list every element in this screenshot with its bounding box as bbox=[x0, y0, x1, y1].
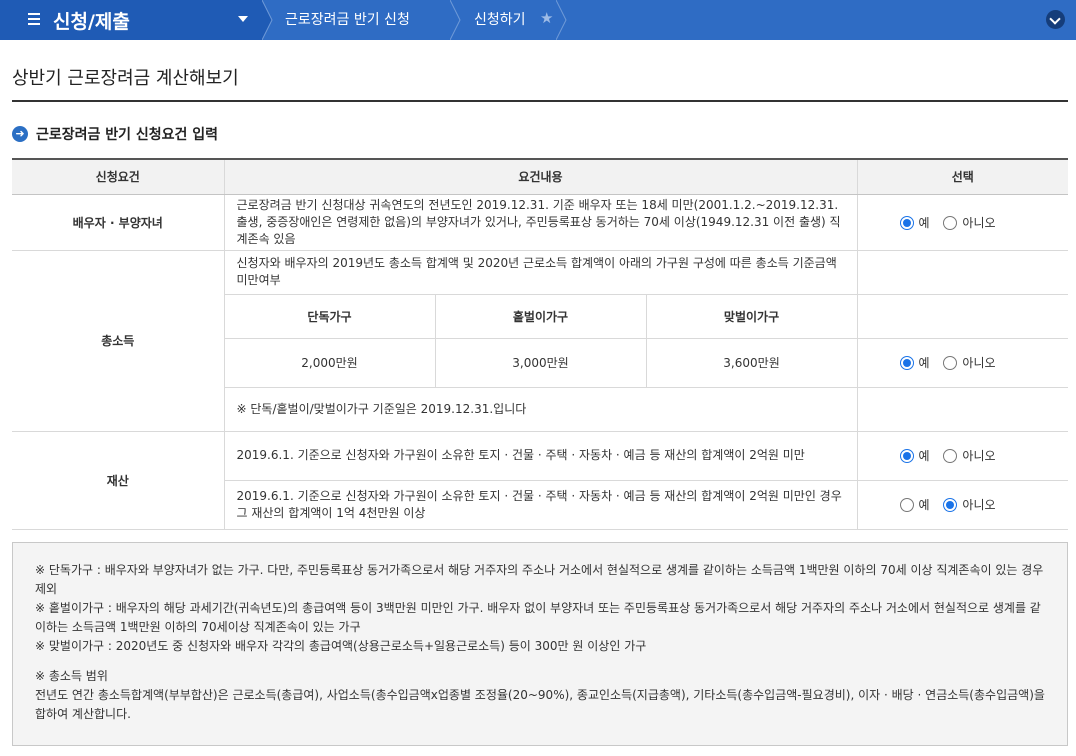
breadcrumb-item-apply[interactable]: 신청하기 bbox=[474, 9, 526, 29]
radio-no[interactable] bbox=[943, 215, 958, 230]
radio-no-selected[interactable] bbox=[943, 498, 958, 512]
option-label-yes: 예 bbox=[918, 449, 930, 463]
breadcrumb-separator-icon bbox=[556, 0, 567, 40]
property2-option-yes[interactable]: 예 bbox=[899, 496, 930, 513]
section-title: 근로장려금 반기 신청요건 입력 bbox=[36, 127, 219, 143]
row-text-spouse: 근로장려금 반기 신청대상 귀속연도의 전년도인 2019.12.31. 기준 … bbox=[224, 194, 858, 251]
radio-yes-selected[interactable] bbox=[899, 356, 914, 370]
income-radio-group: 예 아니오 bbox=[857, 338, 1069, 388]
row-label-property: 재산 bbox=[12, 431, 225, 530]
option-label-no: 아니오 bbox=[962, 498, 996, 512]
property2-radio-group: 예 아니오 bbox=[857, 480, 1069, 530]
option-label-yes: 예 bbox=[918, 356, 930, 370]
radio-no[interactable] bbox=[943, 449, 958, 463]
option-label-no: 아니오 bbox=[962, 449, 996, 463]
arrow-right-circle-icon: ➜ bbox=[12, 126, 28, 142]
option-label-yes: 예 bbox=[918, 498, 930, 512]
requirements-table: 신청요건 요건내용 선택 배우자 · 부양자녀 근로장려금 반기 신청대상 귀속… bbox=[12, 158, 1069, 530]
table-row-spouse: 배우자 · 부양자녀 근로장려금 반기 신청대상 귀속연도의 전년도인 2019… bbox=[12, 194, 1069, 251]
breadcrumb-item-apply-half[interactable]: 근로장려금 반기 신청 bbox=[285, 9, 410, 29]
value-dual-earner: 3,600만원 bbox=[646, 338, 858, 388]
menu-title: 신청/제출 bbox=[53, 11, 130, 33]
option-label-no: 아니오 bbox=[962, 215, 996, 230]
note-single-earner: ※ 홑벌이가구 : 배우자의 해당 과세기간(귀속년도)의 총급여액 등이 3백… bbox=[35, 601, 1041, 634]
hamburger-icon[interactable] bbox=[28, 13, 40, 25]
column-header-select: 선택 bbox=[857, 158, 1069, 195]
title-divider bbox=[12, 100, 1068, 102]
row-text-income: 신청자와 배우자의 2019년도 총소득 합계액 및 2020년 근로소득 합계… bbox=[224, 250, 858, 295]
note-single-household: ※ 단독가구 : 배우자와 부양자녀가 없는 가구. 다만, 주민등록표상 동거… bbox=[35, 563, 1044, 596]
income-note: ※ 단독/홑벌이/맞벌이가구 기준일은 2019.12.31.입니다 bbox=[224, 387, 858, 432]
spouse-radio-group: 예 아니오 bbox=[857, 194, 1069, 251]
empty-select-cell bbox=[857, 387, 1069, 432]
value-single: 2,000만원 bbox=[224, 338, 436, 388]
caret-down-icon[interactable] bbox=[238, 16, 248, 22]
note-scope-title: ※ 총소득 범위 bbox=[35, 669, 108, 683]
empty-select-cell bbox=[857, 250, 1069, 295]
row-text-property-1: 2019.6.1. 기준으로 신청자와 가구원이 소유한 토지 · 건물 · 주… bbox=[224, 431, 858, 481]
column-header-requirement: 신청요건 bbox=[12, 158, 225, 195]
row-label-income: 총소득 bbox=[12, 250, 225, 432]
spouse-option-yes[interactable]: 예 bbox=[899, 214, 930, 231]
empty-select-cell bbox=[857, 294, 1069, 339]
property1-option-yes[interactable]: 예 bbox=[899, 447, 930, 464]
expand-circle-icon[interactable] bbox=[1046, 10, 1065, 29]
breadcrumb-separator-icon bbox=[262, 0, 273, 40]
radio-no[interactable] bbox=[943, 356, 958, 370]
top-nav-bar: 신청/제출 근로장려금 반기 신청 신청하기 ★ bbox=[0, 0, 1076, 40]
note-scope-text: 전년도 연간 총소득합계액(부부합산)은 근로소득(총급여), 사업소득(총수입… bbox=[35, 688, 1045, 721]
row-label-spouse: 배우자 · 부양자녀 bbox=[12, 194, 225, 251]
page-title: 상반기 근로장려금 계산해보기 bbox=[12, 68, 239, 89]
property2-option-no[interactable]: 아니오 bbox=[943, 496, 996, 513]
spouse-option-no[interactable]: 아니오 bbox=[943, 214, 996, 231]
table-header-row: 신청요건 요건내용 선택 bbox=[12, 158, 1069, 195]
subheader-dual-earner: 맞벌이가구 bbox=[646, 294, 858, 339]
note-dual-earner: ※ 맞벌이가구 : 2020년도 중 신청자와 배우자 각각의 총급여액(상용근… bbox=[35, 639, 647, 653]
income-option-no[interactable]: 아니오 bbox=[943, 354, 996, 371]
menu-dropdown[interactable]: 신청/제출 bbox=[0, 0, 262, 40]
value-single-earner: 3,000만원 bbox=[435, 338, 647, 388]
star-icon[interactable]: ★ bbox=[540, 9, 553, 27]
option-label-yes: 예 bbox=[918, 215, 930, 230]
notes-box: ※ 단독가구 : 배우자와 부양자녀가 없는 가구. 다만, 주민등록표상 동거… bbox=[12, 542, 1068, 746]
radio-yes-selected[interactable] bbox=[899, 215, 914, 230]
subheader-single: 단독가구 bbox=[224, 294, 436, 339]
radio-yes[interactable] bbox=[899, 498, 914, 512]
row-text-property-2: 2019.6.1. 기준으로 신청자와 가구원이 소유한 토지 · 건물 · 주… bbox=[224, 480, 858, 530]
property1-option-no[interactable]: 아니오 bbox=[943, 447, 996, 464]
subheader-single-earner: 홑벌이가구 bbox=[435, 294, 647, 339]
property1-radio-group: 예 아니오 bbox=[857, 431, 1069, 481]
table-row-income-desc: 총소득 신청자와 배우자의 2019년도 총소득 합계액 및 2020년 근로소… bbox=[12, 250, 1069, 432]
income-option-yes[interactable]: 예 bbox=[899, 354, 930, 371]
breadcrumb-separator-icon bbox=[450, 0, 461, 40]
radio-yes-selected[interactable] bbox=[899, 449, 914, 463]
option-label-no: 아니오 bbox=[962, 356, 996, 370]
table-row-property-1: 재산 2019.6.1. 기준으로 신청자와 가구원이 소유한 토지 · 건물 … bbox=[12, 431, 1069, 530]
column-header-content: 요건내용 bbox=[224, 158, 858, 195]
